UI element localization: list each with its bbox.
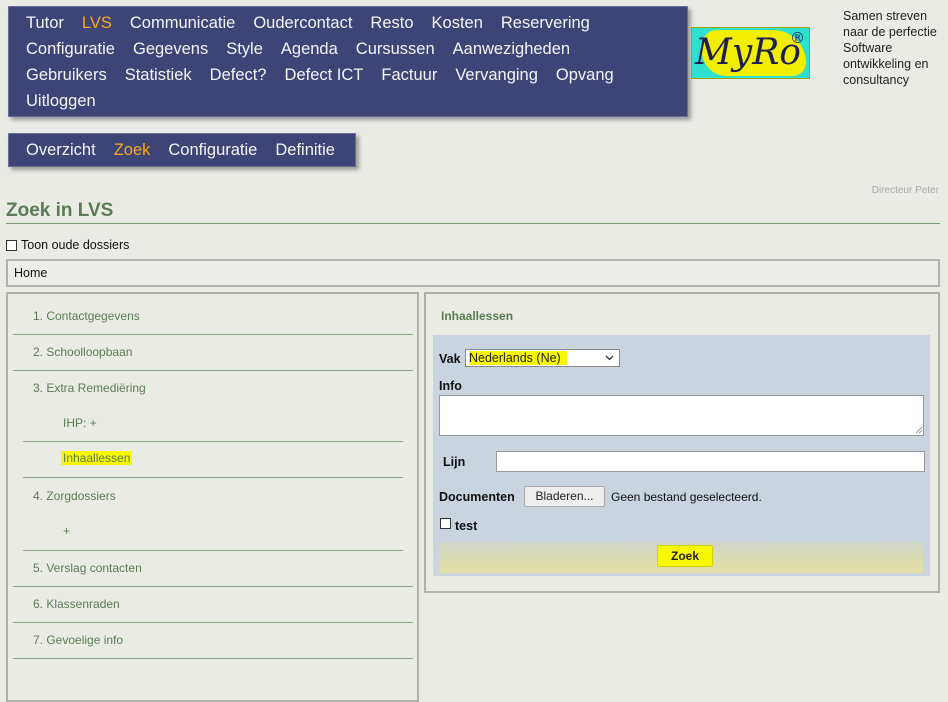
company-tagline: Samen streven naar de perfectie Software…: [843, 9, 937, 87]
myro-logo: MyRo ®: [691, 27, 810, 79]
subnav-item-zoek[interactable]: Zoek: [114, 141, 151, 160]
vak-label: Vak: [439, 352, 461, 366]
info-label: Info: [439, 379, 462, 393]
nav-item-communicatie[interactable]: Communicatie: [130, 14, 235, 33]
nav-item-factuur[interactable]: Factuur: [381, 66, 437, 85]
test-label: test: [455, 519, 478, 533]
toc-divider: [23, 477, 403, 478]
toc-item-contactgegevens[interactable]: 1. Contactgegevens: [33, 309, 140, 323]
toc-item-zorgdossiers-add[interactable]: +: [63, 524, 70, 538]
main-nav: Tutor LVS Communicatie Oudercontact Resto Kos…: [8, 6, 688, 117]
nav-item-vervanging[interactable]: Vervanging: [455, 66, 538, 85]
toc-divider: [13, 370, 413, 371]
nav-item-cursussen[interactable]: Cursussen: [356, 40, 435, 59]
vak-selected-value: Nederlands (Ne): [469, 351, 567, 365]
lijn-label: Lijn: [443, 455, 466, 469]
nav-item-reservering[interactable]: Reservering: [501, 14, 590, 33]
toc-item-zorgdossiers[interactable]: 4. Zorgdossiers: [33, 489, 116, 503]
documenten-label: Documenten: [439, 490, 515, 504]
toc-item-ihp[interactable]: IHP: +: [63, 416, 97, 430]
toc-divider: [23, 550, 403, 551]
main-nav-row-2: Configuratie Gegevens Style Agenda Cursussen…: [26, 40, 588, 62]
no-file-selected-text: Geen bestand geselecteerd.: [611, 490, 762, 504]
toc-item-verslag-contacten[interactable]: 5. Verslag contacten: [33, 561, 142, 575]
info-textarea[interactable]: [439, 395, 924, 436]
toc-divider: [13, 658, 413, 659]
breadcrumb: Home: [6, 259, 940, 287]
title-divider: [6, 223, 940, 224]
main-nav-row-1: Tutor LVS Communicatie Oudercontact Resto Kos…: [26, 14, 608, 36]
old-dossiers-toggle[interactable]: Toon oude dossiers: [6, 238, 129, 252]
nav-item-resto[interactable]: Resto: [370, 14, 413, 33]
test-checkbox[interactable]: [440, 518, 451, 529]
nav-item-gebruikers[interactable]: Gebruikers: [26, 66, 107, 85]
nav-item-defect[interactable]: Defect?: [210, 66, 267, 85]
nav-item-aanwezigheden[interactable]: Aanwezigheden: [453, 40, 570, 59]
submit-bar: Zoek: [439, 542, 923, 573]
sub-nav-row: Overzicht Zoek Configuratie Definitie: [26, 141, 353, 160]
toc-divider: [13, 334, 413, 335]
nav-item-style[interactable]: Style: [226, 40, 263, 59]
vak-select[interactable]: Nederlands (Ne): [465, 349, 620, 367]
subnav-item-definitie[interactable]: Definitie: [275, 141, 335, 160]
toc-item-gevoelige-info[interactable]: 7. Gevoelige info: [33, 633, 123, 647]
zoek-button[interactable]: Zoek: [657, 545, 713, 567]
search-form-panel: Inhaallessen Vak Nederlands (Ne) Info Li…: [424, 292, 940, 593]
nav-item-defect-ict[interactable]: Defect ICT: [285, 66, 364, 85]
main-nav-row-4: Uitloggen: [26, 92, 114, 114]
old-dossiers-label: Toon oude dossiers: [21, 238, 130, 252]
nav-item-uitloggen[interactable]: Uitloggen: [26, 92, 96, 111]
nav-item-kosten[interactable]: Kosten: [432, 14, 483, 33]
nav-item-agenda[interactable]: Agenda: [281, 40, 338, 59]
toc-item-schoolloopbaan[interactable]: 2. Schoolloopbaan: [33, 345, 132, 359]
current-user: Directeur Peter: [871, 185, 939, 196]
main-nav-row-3: Gebruikers Statistiek Defect? Defect ICT Fac…: [26, 66, 632, 88]
subnav-item-overzicht[interactable]: Overzicht: [26, 141, 96, 160]
form-heading: Inhaallessen: [441, 309, 514, 323]
logo-text: MyRo: [695, 32, 801, 73]
browse-file-button[interactable]: Bladeren...: [524, 486, 605, 507]
chevron-down-icon: [605, 355, 614, 361]
lijn-input[interactable]: [496, 451, 925, 472]
nav-item-statistiek[interactable]: Statistiek: [125, 66, 192, 85]
toc-item-extra-remediering[interactable]: 3. Extra Remediëring: [33, 381, 146, 395]
dossier-toc-panel: 1. Contactgegevens 2. Schoolloopbaan 3. …: [6, 292, 419, 702]
nav-item-configuratie[interactable]: Configuratie: [26, 40, 115, 59]
nav-item-lvs[interactable]: LVS: [82, 14, 112, 33]
subnav-item-configuratie[interactable]: Configuratie: [168, 141, 257, 160]
toc-item-inhaallessen[interactable]: Inhaallessen: [61, 451, 133, 465]
logo-registered-mark: ®: [790, 29, 805, 47]
nav-item-oudercontact[interactable]: Oudercontact: [253, 14, 352, 33]
search-form: Vak Nederlands (Ne) Info Lijn Documenten…: [433, 335, 930, 576]
old-dossiers-checkbox[interactable]: [6, 239, 17, 251]
nav-item-tutor[interactable]: Tutor: [26, 14, 64, 33]
toc-divider: [23, 441, 403, 442]
breadcrumb-home[interactable]: Home: [14, 266, 47, 280]
resize-grip-icon[interactable]: [915, 426, 923, 434]
toc-divider: [13, 586, 413, 587]
toc-divider: [13, 622, 413, 623]
toc-item-klassenraden[interactable]: 6. Klassenraden: [33, 597, 120, 611]
nav-item-gegevens[interactable]: Gegevens: [133, 40, 208, 59]
nav-item-opvang[interactable]: Opvang: [556, 66, 614, 85]
sub-nav: Overzicht Zoek Configuratie Definitie: [8, 133, 356, 167]
page-title: Zoek in LVS: [6, 200, 114, 221]
